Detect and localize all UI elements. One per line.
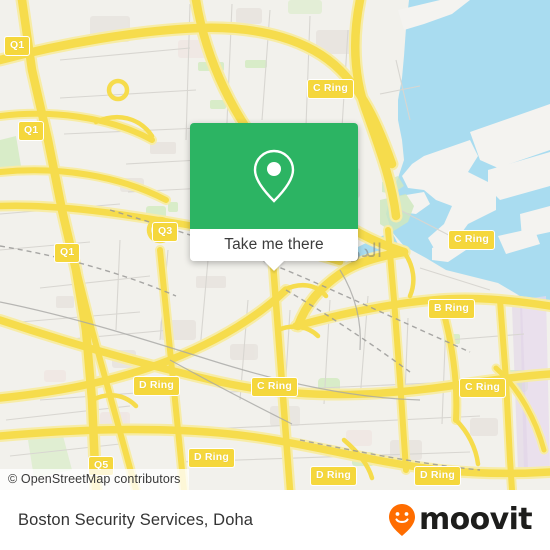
road-shield: Q1: [54, 243, 81, 263]
popup-image-area: [190, 123, 358, 229]
moovit-map-page: الدوحة Q1Q1C RingQ3Q1C RingB RingD RingC…: [0, 0, 550, 550]
road-shield: Q1: [4, 36, 31, 56]
road-shield: D Ring: [414, 466, 462, 486]
moovit-logo[interactable]: moovit: [387, 502, 533, 537]
road-shield: D Ring: [310, 466, 358, 486]
moovit-wordmark: moovit: [418, 502, 533, 537]
moovit-smiley-pin-icon: [388, 504, 415, 536]
road-shield: C Ring: [251, 377, 299, 397]
road-shield: D Ring: [133, 376, 181, 396]
road-shield: C Ring: [307, 79, 355, 99]
location-popup-card[interactable]: Take me there: [190, 123, 358, 271]
road-shield: B Ring: [428, 299, 476, 319]
road-shield: C Ring: [448, 230, 496, 250]
osm-attribution[interactable]: © OpenStreetMap contributors: [0, 469, 189, 490]
bottom-info-bar: Boston Security Services, Doha moovit: [0, 490, 550, 550]
road-shield: C Ring: [459, 378, 507, 398]
map-pin-icon: [253, 149, 295, 203]
popup-pointer-tail: [263, 260, 285, 271]
place-title: Boston Security Services, Doha: [18, 510, 254, 529]
road-shield: Q3: [152, 222, 179, 242]
popup-action-area[interactable]: Take me there: [190, 229, 358, 271]
road-shield: D Ring: [188, 448, 236, 468]
take-me-there-label: Take me there: [224, 236, 324, 253]
road-shield: Q1: [18, 121, 45, 141]
